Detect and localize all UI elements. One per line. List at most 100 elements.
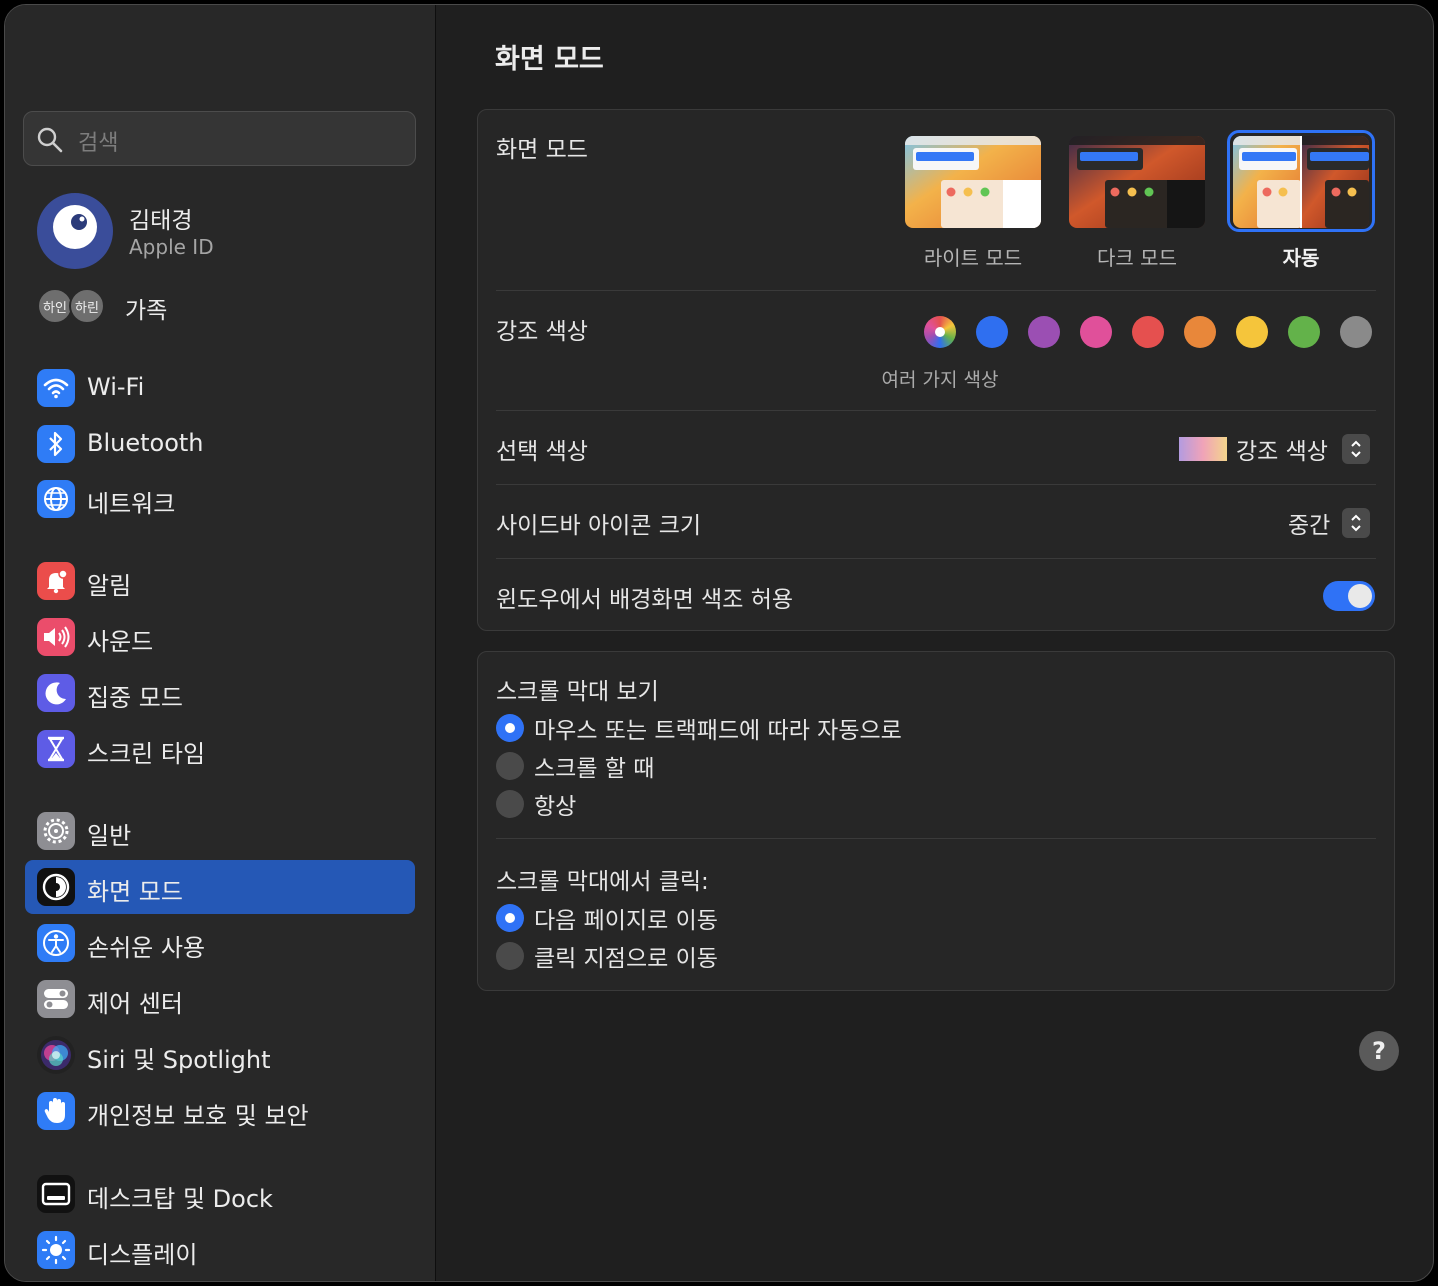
sidebar-item-label: 개인정보 보호 및 보안 <box>87 1102 309 1130</box>
search-field[interactable]: 검색 <box>23 111 416 166</box>
sidebar-item-general[interactable]: 일반 <box>25 804 415 858</box>
family-avatar: 하인 <box>37 288 73 324</box>
accent-swatch-green[interactable] <box>1288 316 1320 348</box>
sidebar-item-label: 손쉬운 사용 <box>87 934 206 962</box>
sidebar-item-displays[interactable]: 디스플레이 <box>25 1223 415 1277</box>
sidebar-item-label: 스크린 타임 <box>87 740 206 768</box>
sidebar-item-label: 집중 모드 <box>87 684 183 712</box>
highlight-color-preview <box>1179 437 1227 461</box>
moon-icon <box>37 674 75 712</box>
sidebar-item-focus[interactable]: 집중 모드 <box>25 666 415 720</box>
sidebar-item-label: Wi-Fi <box>87 373 145 401</box>
radio-label[interactable]: 스크롤 할 때 <box>534 749 654 783</box>
avatar[interactable] <box>37 193 113 269</box>
dark-mode-thumbnail[interactable] <box>1069 136 1205 228</box>
sidebar-item-bluetooth[interactable]: Bluetooth <box>25 417 415 471</box>
appearance-icon <box>37 868 75 906</box>
divider <box>496 558 1376 559</box>
sidebar-item-accessibility[interactable]: 손쉬운 사용 <box>25 916 415 970</box>
sidebar-item-screen-time[interactable]: 스크린 타임 <box>25 722 415 776</box>
sidebar-item-network[interactable]: 네트워크 <box>25 472 415 526</box>
sidebar-icon-size-chevrons-icon[interactable] <box>1342 508 1370 538</box>
wifi-icon <box>37 369 75 407</box>
sidebar-item-label: 화면 모드 <box>87 878 183 906</box>
help-button[interactable]: ? <box>1359 1031 1399 1071</box>
radio-always[interactable] <box>496 790 524 818</box>
divider <box>496 484 1376 485</box>
light-mode-label[interactable]: 라이트 모드 <box>893 242 1053 271</box>
page-title: 화면 모드 <box>495 44 604 75</box>
sidebar-icon-size-label: 사이드바 아이콘 크기 <box>496 513 702 539</box>
sidebar-item-control-center[interactable]: 제어 센터 <box>25 972 415 1026</box>
radio-label[interactable]: 마우스 또는 트랙패드에 따라 자동으로 <box>534 711 902 745</box>
sidebar-item-privacy[interactable]: 개인정보 보호 및 보안 <box>25 1084 415 1138</box>
accent-swatch-red[interactable] <box>1132 316 1164 348</box>
dark-mode-label[interactable]: 다크 모드 <box>1057 242 1217 271</box>
scrollbars-label: 스크롤 막대 보기 <box>496 679 659 705</box>
sidebar-item-label: 알림 <box>87 572 132 600</box>
accent-swatch-pink[interactable] <box>1080 316 1112 348</box>
radio-clicked-spot[interactable] <box>496 942 524 970</box>
search-icon <box>36 126 64 158</box>
radio-label[interactable]: 클릭 지점으로 이동 <box>534 939 718 973</box>
sidebar-item-appearance[interactable]: 화면 모드 <box>25 860 415 914</box>
control-center-icon <box>37 980 75 1018</box>
divider <box>496 838 1376 839</box>
sidebar-item-notifications[interactable]: 알림 <box>25 554 415 608</box>
highlight-popup-chevrons-icon[interactable] <box>1342 434 1370 464</box>
radio-when-scrolling[interactable] <box>496 752 524 780</box>
sidebar-item-label: 디스플레이 <box>87 1241 198 1269</box>
wallpaper-tinting-label: 윈도우에서 배경화면 색조 허용 <box>496 587 794 613</box>
speaker-icon <box>37 618 75 656</box>
sidebar-item-label: 데스크탑 및 Dock <box>87 1185 273 1213</box>
sidebar-item-siri-spotlight[interactable]: Siri 및 Spotlight <box>25 1028 415 1082</box>
sidebar-item-label: 사운드 <box>87 628 154 656</box>
radio-label[interactable]: 항상 <box>534 787 576 821</box>
family-avatar: 하린 <box>69 288 105 324</box>
divider <box>496 290 1376 291</box>
scrollbars-card: 스크롤 막대 보기 마우스 또는 트랙패드에 따라 자동으로 스크롤 할 때 항… <box>477 651 1395 991</box>
appearance-label: 화면 모드 <box>496 137 588 163</box>
family-label[interactable]: 가족 <box>125 291 167 325</box>
accent-swatch-graphite[interactable] <box>1340 316 1372 348</box>
light-mode-thumbnail[interactable] <box>905 136 1041 228</box>
gear-icon <box>37 812 75 850</box>
highlight-label: 선택 색상 <box>496 439 588 465</box>
bell-icon <box>37 562 75 600</box>
sidebar: 검색 김태경 Apple ID 하인 하린 가족 Wi-Fi Bluetooth <box>5 5 436 1281</box>
sidebar-item-wifi[interactable]: Wi-Fi <box>25 361 415 415</box>
appearance-card: 화면 모드 라이트 모드 다크 모드 자동 강조 색상 여러 가지 색상 선택 … <box>477 109 1395 631</box>
sidebar-icon-size-value[interactable]: 중간 <box>1288 506 1330 540</box>
scroll-click-label: 스크롤 막대에서 클릭: <box>496 869 709 895</box>
radio-label[interactable]: 다음 페이지로 이동 <box>534 901 718 935</box>
highlight-value[interactable]: 강조 색상 <box>1236 432 1328 466</box>
settings-window: 검색 김태경 Apple ID 하인 하린 가족 Wi-Fi Bluetooth <box>4 4 1434 1282</box>
sidebar-item-desktop-dock[interactable]: 데스크탑 및 Dock <box>25 1167 415 1221</box>
sidebar-item-label: 네트워크 <box>87 490 176 518</box>
radio-next-page[interactable] <box>496 904 524 932</box>
accent-swatch-blue[interactable] <box>976 316 1008 348</box>
accent-label: 강조 색상 <box>496 319 588 345</box>
accessibility-icon <box>37 924 75 962</box>
hand-icon <box>37 1092 75 1130</box>
profile-subtitle[interactable]: Apple ID <box>129 235 214 259</box>
auto-mode-thumbnail[interactable] <box>1233 136 1369 228</box>
sidebar-item-sound[interactable]: 사운드 <box>25 610 415 664</box>
profile-name[interactable]: 김태경 <box>129 201 192 235</box>
accent-swatch-multicolor[interactable] <box>924 316 956 348</box>
globe-icon <box>37 480 75 518</box>
search-placeholder: 검색 <box>78 131 119 156</box>
main-pane: 화면 모드 화면 모드 라이트 모드 다크 모드 자동 강조 색상 여러 가지 … <box>437 5 1433 1281</box>
accent-swatch-yellow[interactable] <box>1236 316 1268 348</box>
dock-icon <box>37 1175 75 1213</box>
accent-swatch-purple[interactable] <box>1028 316 1060 348</box>
bluetooth-icon <box>37 425 75 463</box>
accent-caption: 여러 가지 색상 <box>881 369 999 391</box>
accent-swatch-orange[interactable] <box>1184 316 1216 348</box>
wallpaper-tinting-toggle[interactable] <box>1323 581 1375 611</box>
divider <box>496 410 1376 411</box>
auto-mode-label[interactable]: 자동 <box>1221 242 1381 271</box>
hourglass-icon <box>37 730 75 768</box>
radio-auto[interactable] <box>496 714 524 742</box>
sun-icon <box>37 1231 75 1269</box>
